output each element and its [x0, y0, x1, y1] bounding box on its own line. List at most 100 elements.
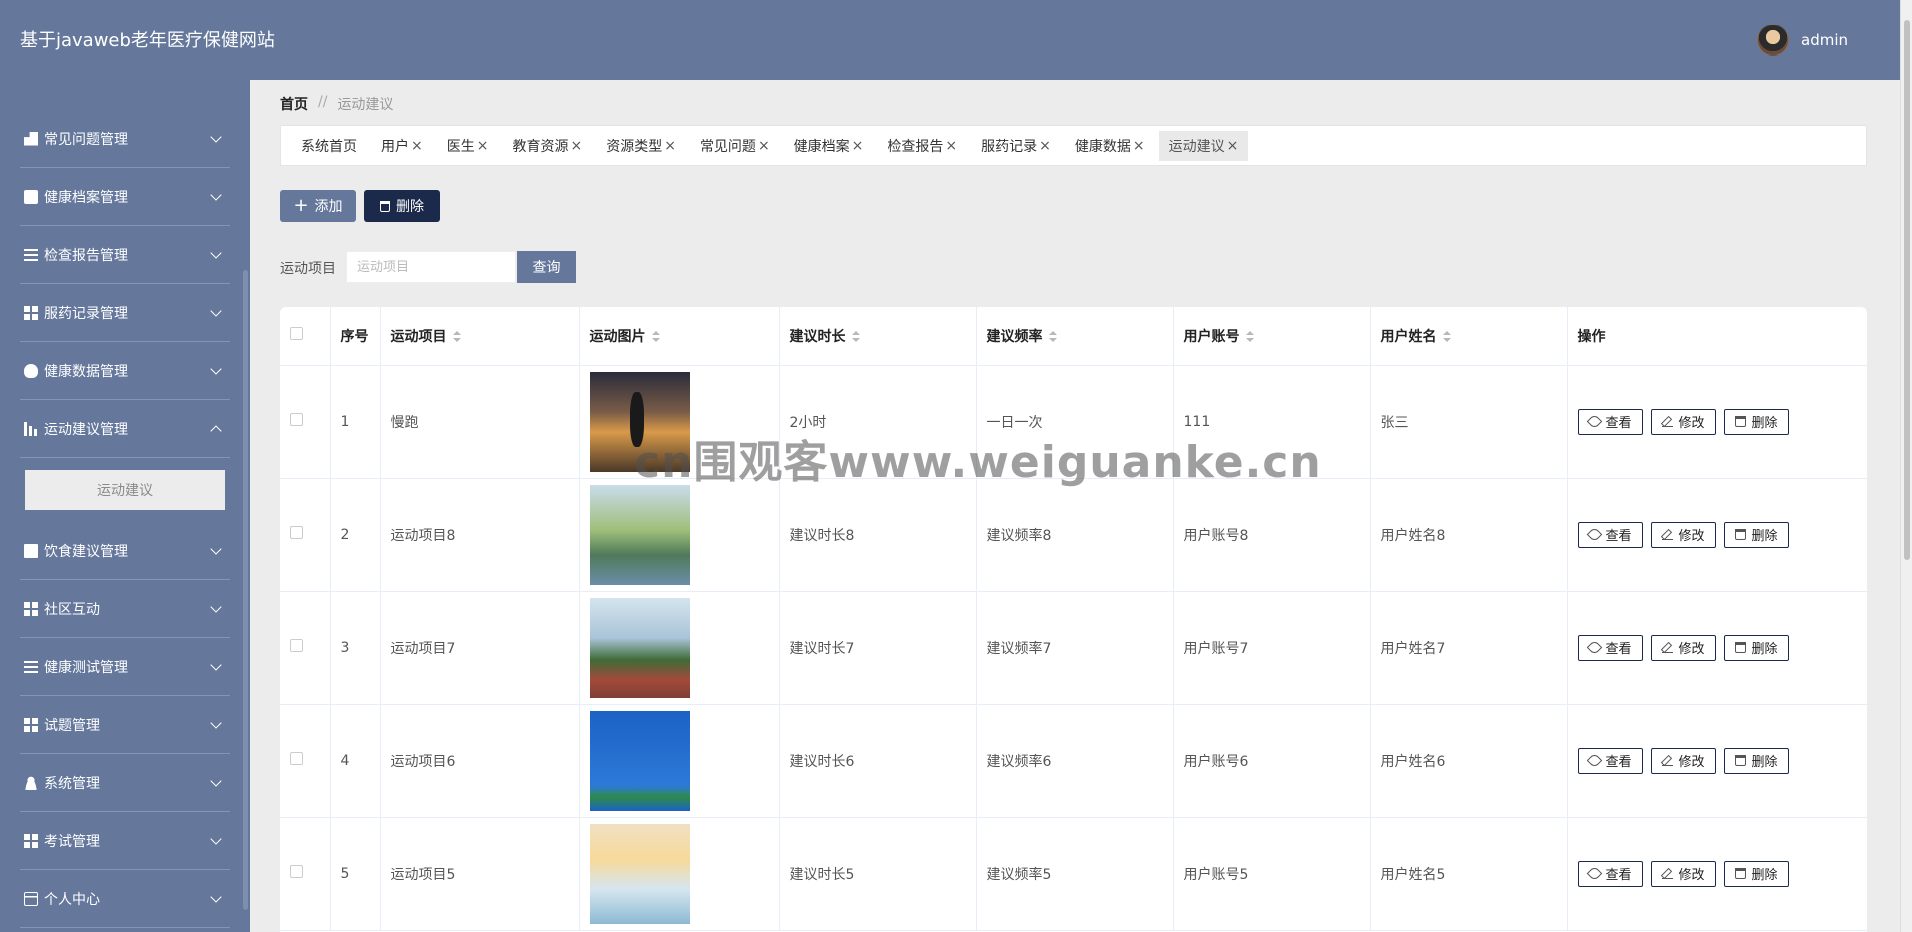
tab-home[interactable]: 系统首页	[291, 131, 367, 161]
page-scrollbar[interactable]	[1900, 0, 1912, 932]
sidebar-item-label: 饮食建议管理	[44, 543, 128, 560]
sort-icon[interactable]	[1048, 331, 1057, 343]
cell-frequency: 一日一次	[976, 365, 1174, 479]
tab-medication[interactable]: 服药记录 ×	[971, 131, 1061, 161]
sort-icon[interactable]	[452, 331, 461, 343]
exercise-image-hurdle[interactable]	[589, 597, 690, 698]
delete-button[interactable]: 删除	[364, 190, 440, 222]
cell-account: 111	[1173, 365, 1371, 479]
edit-button[interactable]: 修改	[1650, 747, 1716, 774]
eye-icon	[1586, 639, 1602, 656]
col-item[interactable]: 运动项目	[380, 307, 580, 366]
cell-frequency: 建议频率5	[976, 817, 1174, 931]
row-checkbox[interactable]	[290, 865, 303, 878]
col-account[interactable]: 用户账号	[1173, 307, 1371, 366]
add-button-label: 添加	[314, 199, 343, 215]
tab-faq[interactable]: 常见问题 ×	[690, 131, 780, 161]
edit-button[interactable]: 修改	[1650, 634, 1716, 661]
view-button[interactable]: 查看	[1577, 860, 1643, 887]
close-icon[interactable]: ×	[570, 138, 582, 154]
breadcrumb-home[interactable]: 首页	[280, 94, 308, 114]
sidebar-item-report[interactable]: 检查报告管理	[20, 226, 230, 284]
close-icon[interactable]: ×	[477, 138, 489, 154]
tab-doctors[interactable]: 医生 ×	[437, 131, 499, 161]
close-icon[interactable]: ×	[1227, 138, 1239, 154]
row-delete-button[interactable]: 删除	[1723, 408, 1789, 435]
col-frequency[interactable]: 建议频率	[976, 307, 1174, 366]
close-icon[interactable]: ×	[1133, 138, 1145, 154]
sort-icon[interactable]	[851, 331, 860, 343]
tab-exercise-advice[interactable]: 运动建议 ×	[1158, 130, 1249, 161]
submenu-exercise-advice[interactable]: 运动建议	[25, 470, 225, 510]
row-delete-button[interactable]: 删除	[1723, 747, 1789, 774]
sidebar-item-system[interactable]: 系统管理	[20, 754, 230, 812]
tab-label: 运动建议	[1168, 138, 1225, 155]
col-label: 运动项目	[390, 328, 447, 345]
row-delete-button[interactable]: 删除	[1723, 521, 1789, 548]
sidebar-item-diet[interactable]: 饮食建议管理	[20, 522, 230, 580]
tab-health-record[interactable]: 健康档案 ×	[784, 131, 874, 161]
close-icon[interactable]: ×	[411, 138, 423, 154]
exercise-image-tennis[interactable]	[589, 710, 690, 811]
tab-resource-types[interactable]: 资源类型 ×	[596, 131, 686, 161]
sidebar-item-health-record[interactable]: 健康档案管理	[20, 168, 230, 226]
eye-icon	[1586, 865, 1602, 882]
tab-users[interactable]: 用户 ×	[371, 131, 433, 161]
sort-icon[interactable]	[1442, 331, 1451, 343]
tab-health-data[interactable]: 健康数据 ×	[1065, 131, 1155, 161]
exercise-image-running[interactable]	[589, 371, 690, 472]
edit-button[interactable]: 修改	[1650, 521, 1716, 548]
add-button[interactable]: + 添加	[280, 190, 356, 222]
view-button[interactable]: 查看	[1577, 634, 1643, 661]
sort-icon[interactable]	[651, 331, 660, 343]
search-button[interactable]: 查询	[517, 251, 576, 283]
sidebar-item-faq[interactable]: 常见问题管理	[20, 110, 230, 168]
scrollbar-thumb[interactable]	[1904, 20, 1910, 560]
col-name[interactable]: 用户姓名	[1370, 307, 1568, 366]
chevron-down-icon	[210, 716, 222, 729]
tab-report[interactable]: 检查报告 ×	[877, 131, 967, 161]
tab-edu-resources[interactable]: 教育资源 ×	[502, 131, 592, 161]
col-duration[interactable]: 建议时长	[779, 307, 977, 366]
chevron-down-icon	[210, 890, 222, 903]
sidebar-item-profile[interactable]: 个人中心	[20, 870, 230, 928]
sidebar-item-health-test[interactable]: 健康测试管理	[20, 638, 230, 696]
view-button[interactable]: 查看	[1577, 747, 1643, 774]
sidebar-item-community[interactable]: 社区互动	[20, 580, 230, 638]
sort-icon[interactable]	[1245, 331, 1254, 343]
row-checkbox[interactable]	[290, 413, 303, 426]
sidebar-scrollbar[interactable]	[243, 270, 248, 910]
cell-duration: 2小时	[779, 365, 977, 479]
user-menu[interactable]: admin	[1757, 24, 1848, 56]
sidebar-item-exam[interactable]: 考试管理	[20, 812, 230, 870]
close-icon[interactable]: ×	[1039, 138, 1051, 154]
row-checkbox[interactable]	[290, 639, 303, 652]
exercise-image-cycling[interactable]	[589, 484, 690, 585]
col-image[interactable]: 运动图片	[579, 307, 780, 366]
avatar[interactable]	[1757, 24, 1789, 56]
chevron-down-icon	[210, 832, 222, 845]
select-all-checkbox[interactable]	[290, 327, 303, 341]
card-icon	[24, 891, 38, 906]
edit-button[interactable]: 修改	[1650, 860, 1716, 887]
sidebar-item-medication[interactable]: 服药记录管理	[20, 284, 230, 342]
row-checkbox[interactable]	[290, 526, 303, 539]
username[interactable]: admin	[1801, 31, 1848, 49]
search-input[interactable]	[346, 251, 516, 283]
view-button[interactable]: 查看	[1577, 521, 1643, 548]
sidebar-item-health-data[interactable]: 健康数据管理	[20, 342, 230, 400]
row-delete-button[interactable]: 删除	[1723, 860, 1789, 887]
row-delete-button[interactable]: 删除	[1723, 634, 1789, 661]
close-icon[interactable]: ×	[945, 138, 957, 154]
sidebar-item-questions[interactable]: 试题管理	[20, 696, 230, 754]
close-icon[interactable]: ×	[664, 138, 676, 154]
close-icon[interactable]: ×	[852, 138, 864, 154]
close-icon[interactable]: ×	[758, 138, 770, 154]
exercise-image-surfing[interactable]	[589, 823, 690, 924]
sidebar-item-label: 服药记录管理	[44, 305, 128, 322]
edit-button[interactable]: 修改	[1650, 408, 1716, 435]
sidebar-item-exercise[interactable]: 运动建议管理	[20, 400, 230, 458]
cell-item: 运动项目5	[380, 817, 580, 931]
view-button[interactable]: 查看	[1577, 408, 1643, 435]
row-checkbox[interactable]	[290, 752, 303, 765]
